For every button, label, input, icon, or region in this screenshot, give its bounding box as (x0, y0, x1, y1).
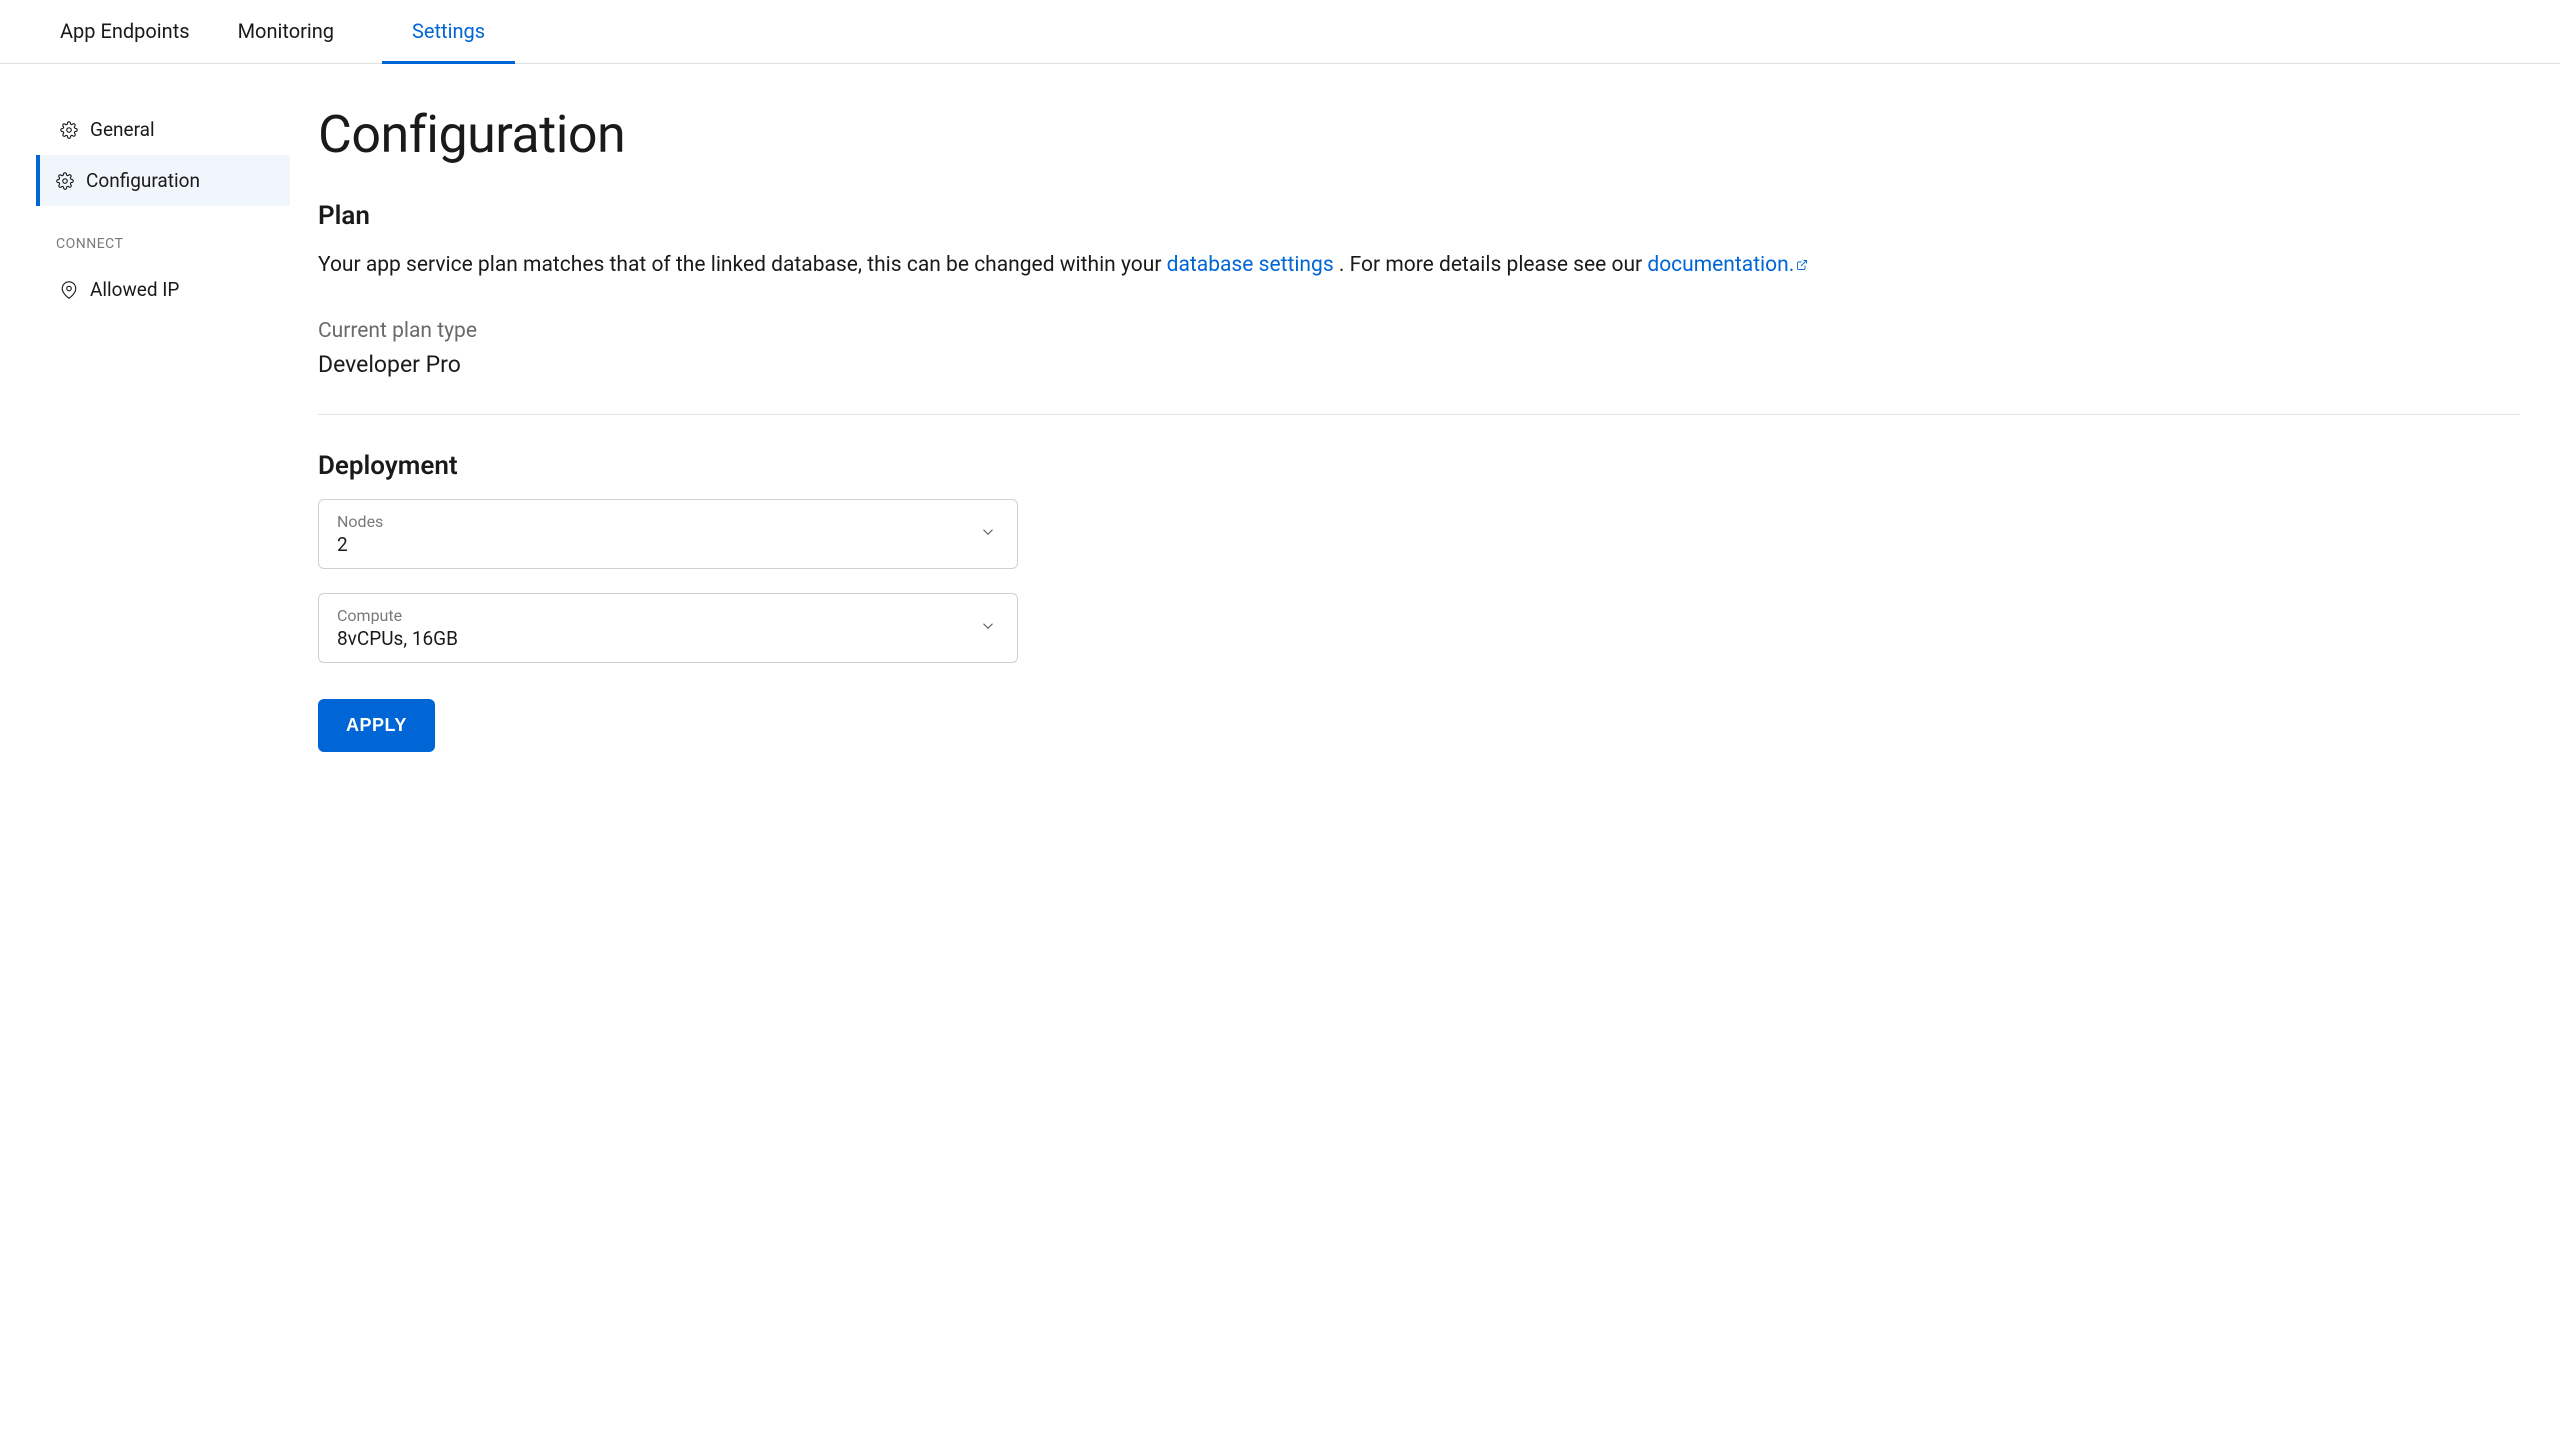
documentation-link[interactable]: documentation. (1647, 253, 1808, 277)
sidebar: General Configuration CONNECT Allowed IP (0, 104, 290, 752)
divider (318, 414, 2520, 415)
tab-settings[interactable]: Settings (382, 1, 515, 64)
tab-monitoring[interactable]: Monitoring (238, 1, 334, 64)
current-plan-value: Developer Pro (318, 351, 2520, 378)
tab-app-endpoints[interactable]: App Endpoints (60, 1, 190, 64)
compute-select-value: 8vCPUs, 16GB (337, 627, 999, 650)
plan-heading: Plan (318, 201, 2520, 231)
gear-icon (60, 121, 78, 139)
nodes-select[interactable]: Nodes 2 (318, 499, 1018, 569)
sidebar-item-configuration[interactable]: Configuration (36, 155, 290, 206)
chevron-down-icon (979, 523, 997, 545)
nodes-select-label: Nodes (337, 512, 999, 531)
sidebar-item-label: Allowed IP (90, 278, 179, 301)
sidebar-item-allowed-ip[interactable]: Allowed IP (36, 264, 290, 315)
current-plan-label: Current plan type (318, 319, 2520, 343)
plan-description: Your app service plan matches that of th… (318, 249, 2520, 283)
top-tabs: App Endpoints Monitoring Settings (0, 0, 2560, 64)
apply-button[interactable]: APPLY (318, 699, 435, 752)
sidebar-item-label: Configuration (86, 169, 200, 192)
location-pin-icon (60, 281, 78, 299)
gear-icon (56, 172, 74, 190)
compute-select-label: Compute (337, 606, 999, 625)
deployment-heading: Deployment (318, 451, 2520, 481)
nodes-select-value: 2 (337, 533, 999, 556)
compute-select[interactable]: Compute 8vCPUs, 16GB (318, 593, 1018, 663)
sidebar-item-general[interactable]: General (36, 104, 290, 155)
sidebar-section-connect: CONNECT (36, 206, 290, 264)
database-settings-link[interactable]: database settings (1167, 253, 1334, 277)
sidebar-item-label: General (90, 118, 155, 141)
main-content: Configuration Plan Your app service plan… (290, 104, 2560, 752)
plan-desc-text: . For more details please see our (1339, 253, 1647, 277)
plan-desc-text: Your app service plan matches that of th… (318, 253, 1167, 277)
external-link-icon (1796, 259, 1808, 271)
page-title: Configuration (318, 104, 2520, 165)
chevron-down-icon (979, 617, 997, 639)
